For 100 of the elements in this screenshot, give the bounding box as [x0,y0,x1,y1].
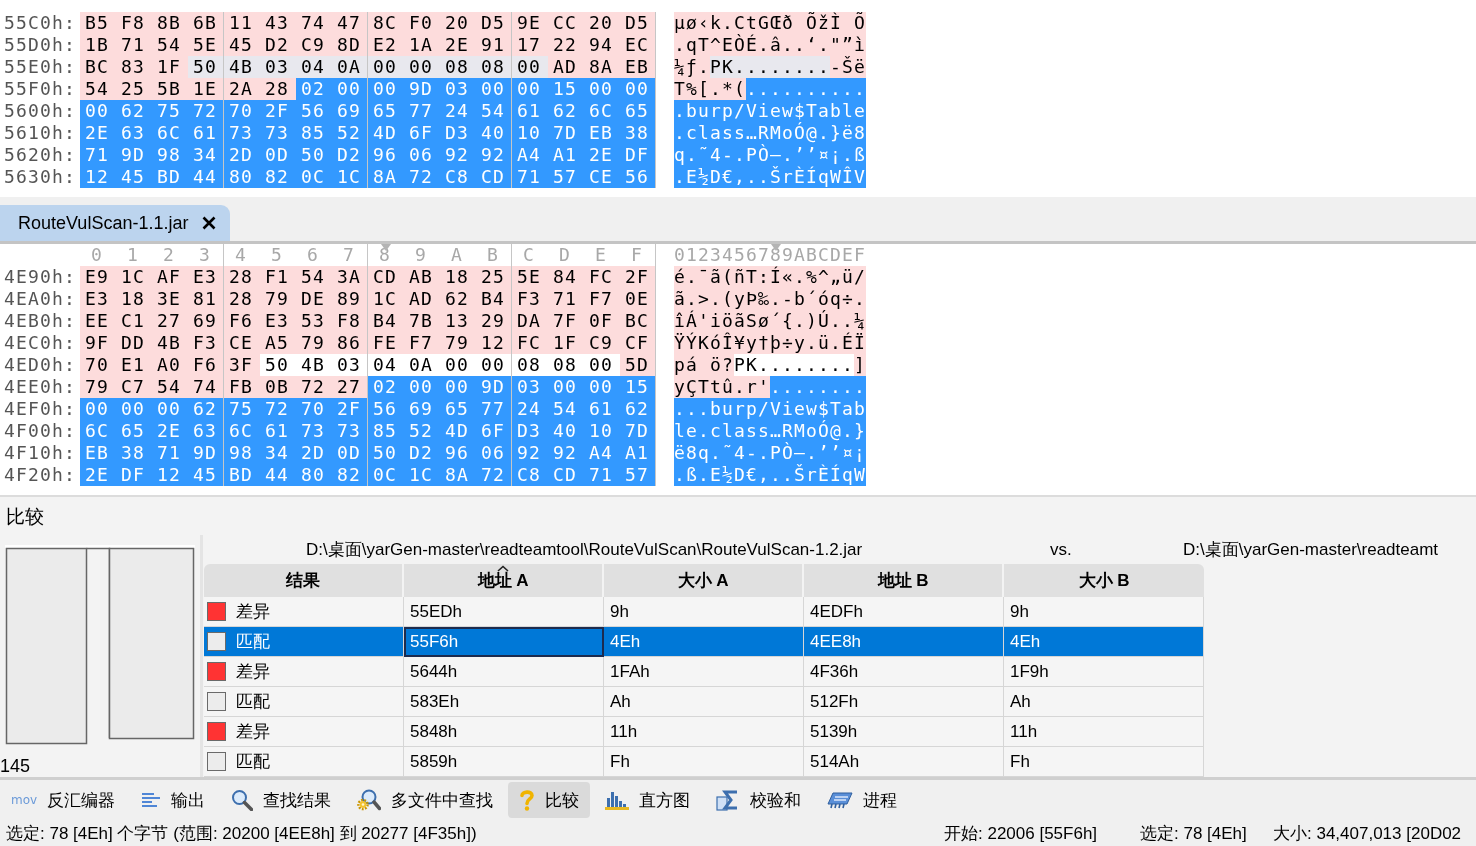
hex-byte: 6F [404,122,440,144]
hex-byte: D3 [440,122,476,144]
hex-byte: 92 [512,442,548,464]
hex-byte: 40 [476,122,512,144]
hex-byte: 73 [224,122,260,144]
hex-byte: F3 [512,288,548,310]
column-numbers: 0123456789ABCDEF [674,244,866,265]
hex-byte: D2 [404,442,440,464]
hex-byte: A0 [152,354,188,376]
hex-byte: 2F [620,266,656,288]
row-offset: 4E90h: [3,266,77,288]
hex-byte: 9D [476,376,512,398]
result-text: 差异 [236,661,270,683]
hex-byte: 61 [260,420,296,442]
column-number: A [451,244,463,265]
magnifier-gear-icon [357,789,382,811]
hex-byte: 2D [224,144,260,166]
row-offset: 55C0h: [3,12,77,34]
hex-byte: 6C [584,100,620,122]
column-header[interactable]: 大小 B [1004,564,1204,597]
hex-byte: 0C [368,464,404,486]
ascii-text: .ß.E½D€‚..ŠrÈÍqW [674,464,866,486]
hex-byte: 71 [116,34,152,56]
tool-tab[interactable]: 多文件中查找 [346,782,505,818]
hex-byte: 2E [152,420,188,442]
tool-tab[interactable]: 输出 [130,782,217,818]
hex-byte: E3 [260,310,296,332]
hex-byte: 8A [368,166,404,188]
row-offset: 5610h: [3,122,77,144]
hex-byte: 00 [80,100,116,122]
hex-byte: 04 [296,56,332,78]
hex-byte: 20 [584,12,620,34]
table-row[interactable]: 匹配 55F6h 4Eh 4EE8h 4Eh [204,627,1204,657]
row-offset: 55E0h: [3,56,77,78]
tool-tab[interactable]: 校验和 [705,782,813,818]
hex-byte: 1B [80,34,116,56]
hex-byte: 9E [512,12,548,34]
hex-byte: 71 [548,288,584,310]
column-number: F [631,244,643,265]
tool-tab[interactable]: 进程 [816,782,909,818]
tool-tab[interactable]: 比较 [508,782,591,818]
hex-byte: 3F [224,354,260,376]
hex-byte: 77 [404,100,440,122]
hex-byte: 06 [404,144,440,166]
hex-byte: F3 [188,332,224,354]
hex-byte: 0E [620,288,656,310]
memory-chip-icon [827,791,854,809]
hex-byte: 72 [476,464,512,486]
hex-byte: C8 [512,464,548,486]
ascii-text: ...burp/View$Tab [674,398,866,420]
hex-byte: 73 [296,420,332,442]
column-number: 1 [127,244,139,265]
row-offset: 4F20h: [3,464,77,486]
hex-byte: 56 [620,166,656,188]
table-row[interactable]: 差异 55EDh 9h 4EDFh 9h [204,597,1204,627]
table-row[interactable]: 差异 5644h 1FAh 4F36h 1F9h [204,657,1204,687]
table-cell: 55EDh [404,597,604,627]
column-number: 7 [343,244,355,265]
tool-tab[interactable]: mov 反汇编器 [0,782,127,818]
hex-byte: 1F [152,56,188,78]
hex-byte: 1C [332,166,368,188]
table-cell: Fh [1004,747,1204,777]
hex-byte: 56 [296,100,332,122]
hex-byte: 02 [296,78,332,100]
ascii-text: µø‹k.CtGŒð ÕžÌ Õ [674,12,866,34]
hex-byte: 98 [224,442,260,464]
hex-byte: 2E [440,34,476,56]
hex-byte: 27 [152,310,188,332]
hex-byte: 1E [188,78,224,100]
hex-byte: 54 [296,266,332,288]
hex-byte: 7D [620,420,656,442]
column-number: 4 [235,244,247,265]
hex-byte: 8B [152,12,188,34]
hex-byte: 79 [296,332,332,354]
hex-byte: 7D [548,122,584,144]
tool-tab[interactable]: 查找结果 [220,782,343,818]
document-tab[interactable]: RouteVulScan-1.1.jar [0,205,231,241]
table-row[interactable]: 差异 5848h 11h 5139h 11h [204,717,1204,747]
hex-byte: 38 [620,122,656,144]
hex-byte: E2 [368,34,404,56]
hex-byte: 7B [404,310,440,332]
hex-byte: F8 [116,12,152,34]
hex-byte: A1 [548,144,584,166]
hex-byte: 00 [80,398,116,420]
row-offset: 4EE0h: [3,376,77,398]
hex-byte: 9D [404,78,440,100]
table-row[interactable]: 匹配 583Eh Ah 512Fh Ah [204,687,1204,717]
hex-byte: AF [152,266,188,288]
hex-byte: 44 [188,166,224,188]
hex-byte: 62 [548,100,584,122]
hex-byte: 4D [368,122,404,144]
close-icon[interactable] [202,216,217,230]
hex-byte: 00 [368,56,404,78]
hex-byte: 57 [548,166,584,188]
hex-byte: CE [584,166,620,188]
hex-byte: BD [152,166,188,188]
table-row[interactable]: 匹配 5859h Fh 514Ah Fh [204,747,1204,777]
hex-byte: E3 [188,266,224,288]
tool-tab[interactable]: 直方图 [594,782,702,818]
hex-byte: 54 [152,376,188,398]
